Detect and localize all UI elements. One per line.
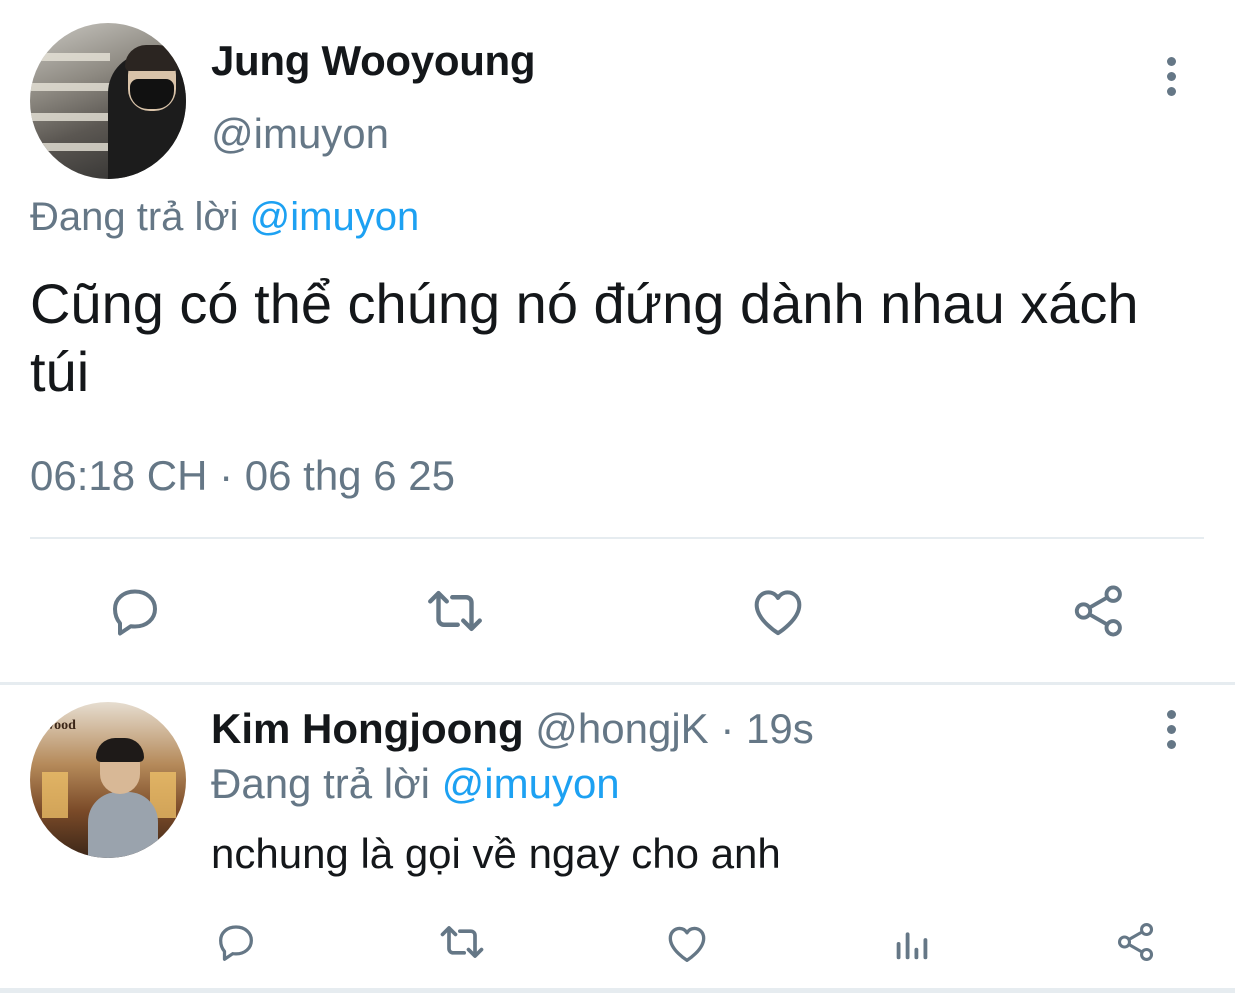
reply-header: Kim Hongjoong @hongjK · 19s bbox=[211, 705, 814, 753]
replying-to-mention[interactable]: @imuyon bbox=[250, 195, 420, 239]
reply-replying-to-mention[interactable]: @imuyon bbox=[442, 760, 620, 807]
reply-analytics-button[interactable] bbox=[888, 918, 936, 966]
retweet-icon bbox=[428, 590, 482, 632]
reply-icon bbox=[219, 925, 253, 961]
share-icon bbox=[1074, 585, 1122, 637]
divider bbox=[30, 537, 1204, 539]
tweet-timestamp[interactable]: 06:18 CH · 06 thg 6 25 bbox=[30, 452, 455, 500]
share-button[interactable] bbox=[1066, 578, 1132, 644]
author-name[interactable]: Jung Wooyoung bbox=[211, 37, 536, 85]
reply-author-name[interactable]: Kim Hongjoong bbox=[211, 705, 524, 752]
reply-button[interactable] bbox=[102, 578, 168, 644]
reply-share-button[interactable] bbox=[1112, 918, 1160, 966]
replying-to: Đang trả lời @imuyon bbox=[30, 195, 419, 240]
reply-time[interactable]: 19s bbox=[746, 705, 814, 752]
reply-retweet-button[interactable] bbox=[436, 918, 488, 966]
reply-more-options-icon[interactable] bbox=[1165, 710, 1177, 749]
tweet-text: Cũng có thể chúng nó đứng dành nhau xách… bbox=[30, 272, 1139, 403]
reply-like-button[interactable] bbox=[662, 918, 712, 968]
tweet-separator bbox=[0, 682, 1235, 685]
like-button[interactable] bbox=[745, 578, 811, 644]
retweet-button[interactable] bbox=[422, 578, 488, 644]
reply-text: nchung là gọi về ngay cho anh bbox=[211, 830, 781, 877]
avatar-sign-text: wood bbox=[44, 718, 76, 733]
retweet-icon bbox=[440, 926, 484, 958]
more-options-icon[interactable] bbox=[1165, 57, 1177, 96]
bottom-divider bbox=[0, 988, 1235, 993]
reply-reply-button[interactable] bbox=[212, 918, 260, 966]
like-icon bbox=[668, 926, 706, 962]
reply-replying-to: Đang trả lời @imuyon bbox=[211, 760, 620, 808]
share-icon bbox=[1117, 923, 1154, 961]
analytics-icon bbox=[896, 932, 928, 960]
main-tweet: Jung Wooyoung @imuyon Đang trả lời @imuy… bbox=[0, 0, 1235, 680]
avatar[interactable] bbox=[30, 23, 186, 179]
like-icon bbox=[754, 590, 802, 636]
reply-replying-to-label: Đang trả lời bbox=[211, 760, 430, 807]
reply-author-handle[interactable]: @hongjK bbox=[535, 705, 708, 752]
author-handle[interactable]: @imuyon bbox=[211, 110, 389, 158]
replying-to-label: Đang trả lời bbox=[30, 195, 239, 239]
reply-separator: · bbox=[708, 705, 747, 752]
reply-avatar[interactable]: wood bbox=[30, 702, 186, 858]
reply-icon bbox=[113, 589, 157, 636]
